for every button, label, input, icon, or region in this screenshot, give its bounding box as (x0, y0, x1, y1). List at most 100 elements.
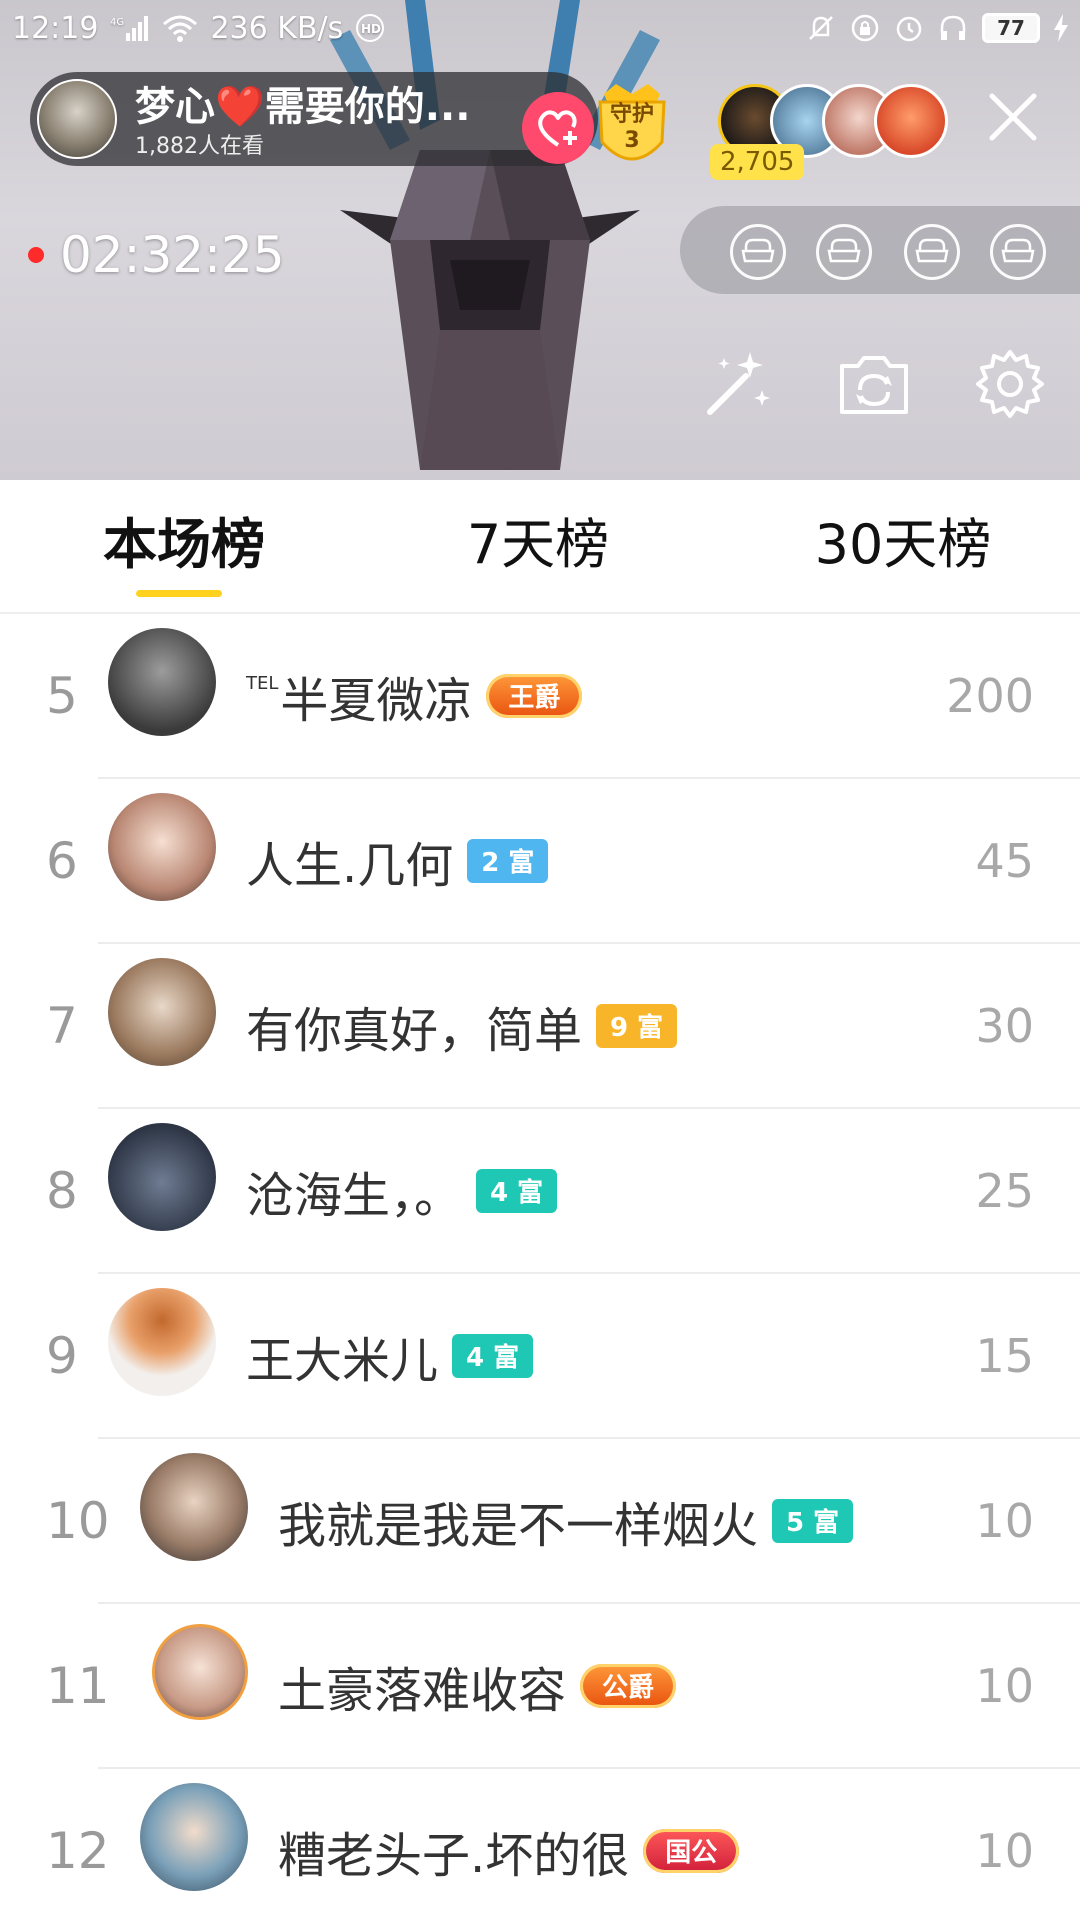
list-item[interactable]: 9 王大米儿 4 富 15 (0, 1274, 1080, 1439)
settings-button[interactable] (972, 346, 1048, 422)
gear-icon (976, 350, 1044, 418)
alarm-icon (894, 13, 924, 43)
clock: 12:19 (12, 10, 99, 46)
rank-number: 9 (46, 1326, 78, 1385)
recording-dot (28, 247, 44, 263)
beauty-button[interactable] (700, 346, 776, 422)
viewer-count[interactable]: 2,705 (710, 144, 805, 180)
guest-seat-3[interactable] (904, 224, 960, 280)
guest-seat-4[interactable] (990, 224, 1046, 280)
guard-label: 守护 (609, 102, 654, 127)
anchor-avatar[interactable] (37, 79, 117, 159)
user-name[interactable]: 王大米儿 4 富 (246, 1274, 534, 1437)
tel-prefix: TEL (246, 673, 279, 694)
camera-switch-icon (840, 356, 908, 414)
avatar[interactable] (108, 628, 216, 736)
sofa-icon (1001, 238, 1035, 263)
follow-button[interactable] (522, 92, 594, 164)
rank-number: 11 (46, 1656, 110, 1715)
wealth-level-badge: 9 富 (596, 1003, 678, 1048)
list-item[interactable]: 12 糟老头子.坏的很 国公 10 (0, 1769, 1080, 1920)
tab-current-session[interactable]: 本场榜 (94, 510, 274, 580)
avatar[interactable] (140, 1783, 248, 1891)
signal-icon: 4G (110, 15, 150, 41)
user-name-text: 糟老头子.坏的很 (278, 1827, 630, 1884)
user-name[interactable]: TEL 半夏微凉 王爵 (246, 614, 583, 777)
sofa-icon (827, 238, 861, 263)
live-duration: 02:32:25 (60, 226, 285, 284)
list-item[interactable]: 5 TEL 半夏微凉 王爵 200 (0, 614, 1080, 779)
sofa-icon (915, 238, 949, 263)
anchor-info-pill[interactable]: 梦心❤️需要你的... 1,882人在看 (30, 72, 598, 166)
avatar[interactable] (140, 1453, 248, 1561)
network-speed: 236 KB/s (210, 10, 344, 46)
svg-text:HD: HD (361, 22, 381, 36)
magic-wand-icon (707, 352, 770, 415)
list-item[interactable]: 6 人生.几何 2 富 45 (0, 779, 1080, 944)
user-name[interactable]: 人生.几何 2 富 (246, 779, 549, 942)
guest-seat-2[interactable] (816, 224, 872, 280)
charging-icon (1054, 14, 1068, 42)
tab-30-days[interactable]: 30天榜 (808, 510, 998, 580)
wifi-icon (162, 14, 198, 42)
user-name[interactable]: 土豪落难收容 公爵 (278, 1604, 677, 1767)
wealth-level-badge: 4 富 (476, 1168, 558, 1213)
user-name-text: 人生.几何 (246, 837, 454, 894)
contribution-score: 30 (975, 998, 1034, 1053)
user-name[interactable]: 糟老头子.坏的很 国公 (278, 1769, 740, 1920)
user-name-text: 有你真好，简单 (246, 1002, 583, 1059)
ranking-list: 5 TEL 半夏微凉 王爵 200 6 人生.几何 2 富 45 7 有你真好，… (0, 614, 1080, 1920)
list-item[interactable]: 7 有你真好，简单 9 富 30 (0, 944, 1080, 1109)
close-button[interactable] (986, 90, 1040, 144)
rank-number: 8 (46, 1161, 78, 1220)
avatar[interactable] (108, 793, 216, 901)
heart-plus-icon (538, 110, 577, 147)
contribution-score: 200 (946, 668, 1034, 723)
list-item[interactable]: 8 沧海生，。 4 富 25 (0, 1109, 1080, 1274)
list-item[interactable]: 10 我就是我是不一样烟火 5 富 10 (0, 1439, 1080, 1604)
user-name[interactable]: 有你真好，简单 9 富 (246, 944, 678, 1107)
rank-number: 12 (46, 1821, 110, 1880)
rank-number: 10 (46, 1491, 110, 1550)
live-timer: 02:32:25 (28, 226, 285, 284)
flip-camera-button[interactable] (836, 346, 912, 422)
user-name-text: 土豪落难收容 (278, 1662, 567, 1719)
avatar[interactable] (108, 1288, 216, 1396)
status-bar: 12:19 4G 236 KB/s HD 77 (0, 0, 1080, 56)
noble-badge: 王爵 (486, 673, 583, 718)
headphones-icon (938, 13, 968, 43)
user-name-text: 我就是我是不一样烟火 (278, 1497, 759, 1554)
avatar[interactable] (108, 1123, 216, 1231)
noble-badge: 公爵 (580, 1663, 677, 1708)
guard-count: 3 (624, 128, 640, 153)
live-video: 12:19 4G 236 KB/s HD 77 梦心❤️需要你的... 1,88… (0, 0, 1080, 480)
contribution-score: 45 (975, 833, 1034, 888)
wealth-level-badge: 4 富 (452, 1333, 534, 1378)
contribution-score: 15 (975, 1328, 1034, 1383)
battery-indicator: 77 (982, 13, 1040, 43)
avatar[interactable] (152, 1624, 248, 1720)
user-name[interactable]: 沧海生，。 4 富 (246, 1109, 558, 1272)
viewer-avatar[interactable] (874, 84, 948, 158)
hd-icon: HD (355, 13, 385, 43)
mute-bell-icon (806, 13, 836, 43)
rank-number: 7 (46, 996, 78, 1055)
anchor-viewer-count: 1,882人在看 (135, 134, 264, 159)
guest-seat-1[interactable] (730, 224, 786, 280)
guard-badge[interactable]: 守护 3 (590, 80, 674, 176)
contribution-score: 25 (975, 1163, 1034, 1218)
list-item[interactable]: 11 土豪落难收容 公爵 10 (0, 1604, 1080, 1769)
contribution-score: 10 (975, 1823, 1034, 1878)
lock-rotation-icon (850, 13, 880, 43)
contribution-score: 10 (975, 1658, 1034, 1713)
noble-badge: 国公 (643, 1828, 740, 1873)
user-name[interactable]: 我就是我是不一样烟火 5 富 (278, 1439, 854, 1602)
wealth-level-badge: 5 富 (772, 1498, 854, 1543)
tab-7-days[interactable]: 7天榜 (458, 510, 618, 580)
rank-number: 5 (46, 666, 78, 725)
avatar[interactable] (108, 958, 216, 1066)
contribution-score: 10 (975, 1493, 1034, 1548)
anchor-name: 梦心❤️需要你的... (135, 84, 471, 130)
ranking-tabs: 本场榜 7天榜 30天榜 (0, 480, 1080, 614)
rank-number: 6 (46, 831, 78, 890)
